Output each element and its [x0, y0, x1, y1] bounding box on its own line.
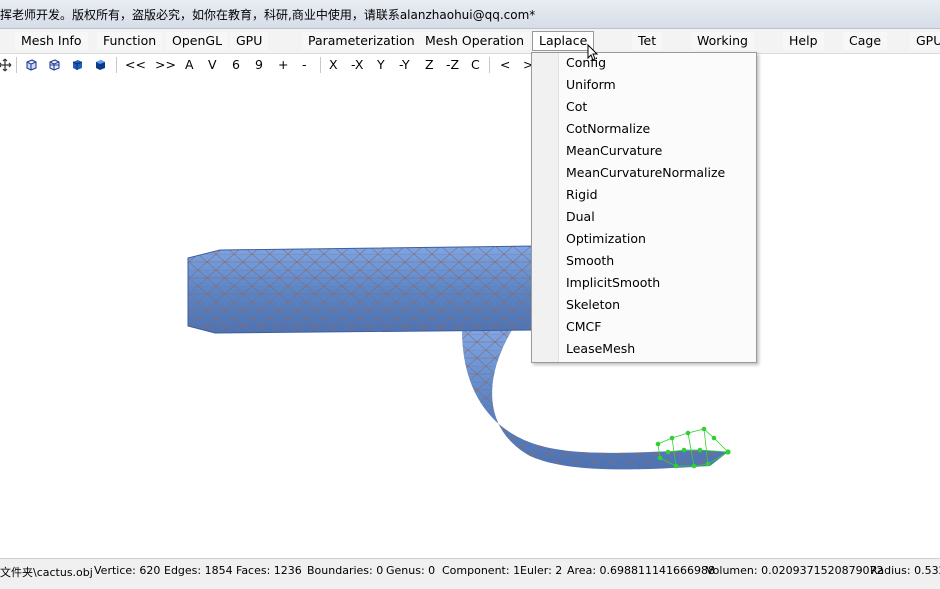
status-faces: Faces: 1236 — [236, 564, 302, 577]
cube-shaded-icon[interactable] — [93, 58, 107, 72]
view-c-button[interactable]: C — [471, 57, 480, 73]
toolbar: << >> A V 6 9 + - X -X Y -Y Z -Z C < > — [0, 54, 940, 76]
menu-cage[interactable]: Cage — [843, 32, 888, 50]
status-radius: Radius: 0.5321 — [870, 564, 940, 577]
view-neg-x-button[interactable]: -X — [351, 57, 363, 73]
menu-item-skeleton[interactable]: Skeleton — [566, 295, 620, 315]
mesh-viewport[interactable] — [0, 78, 940, 556]
menu-item-smooth[interactable]: Smooth — [566, 251, 614, 271]
mouse-cursor-icon — [587, 44, 599, 61]
menu-item-dual[interactable]: Dual — [566, 207, 595, 227]
move-icon[interactable] — [0, 58, 12, 72]
status-bar: 文件夹\cactus.obj Vertice: 620 Edges: 1854 … — [0, 558, 940, 589]
menu-item-cot[interactable]: Cot — [566, 97, 587, 117]
status-component: Component: 1 — [442, 564, 521, 577]
rotate-left-button[interactable]: << — [125, 57, 146, 73]
status-area: Area: 0.698811141666988 — [567, 564, 715, 577]
toolbar-separator — [489, 57, 490, 73]
zoom-out-button[interactable]: - — [302, 57, 307, 73]
status-boundaries: Boundaries: 0 — [307, 564, 384, 577]
view-neg-y-button[interactable]: -Y — [399, 57, 410, 73]
status-genus: Genus: 0 — [386, 564, 436, 577]
window-titlebar: 挥老师开发。版权所有，盗版必究，如你在教育，科研,商业中使用，请联系alanzh… — [0, 0, 940, 29]
menu-laplace[interactable]: Laplace — [532, 31, 595, 51]
menu-mesh-operation[interactable]: Mesh Operation — [419, 32, 531, 50]
menu-help[interactable]: Help — [783, 32, 824, 50]
status-euler: Euler: 2 — [520, 564, 563, 577]
status-edges: Edges: 1854 — [164, 564, 233, 577]
view-z-button[interactable]: Z — [425, 57, 434, 73]
cube-wire-2-icon[interactable] — [47, 58, 61, 72]
cube-wire-icon[interactable] — [24, 58, 38, 72]
menu-opengl[interactable]: OpenGL — [166, 32, 229, 50]
button-v[interactable]: V — [208, 57, 217, 73]
laplace-dropdown-menu: Config Uniform Cot CotNormalize MeanCurv… — [531, 52, 757, 363]
view-y-button[interactable]: Y — [377, 57, 385, 73]
menu-working[interactable]: Working — [691, 32, 754, 50]
menu-item-cot-normalize[interactable]: CotNormalize — [566, 119, 650, 139]
menu-gpu[interactable]: GPU — [230, 32, 269, 50]
menu-item-cmcf[interactable]: CMCF — [566, 317, 601, 337]
menu-item-mean-curvature[interactable]: MeanCurvature — [566, 141, 662, 161]
menu-bar: Mesh Info Function OpenGL GPU Parameteri… — [0, 29, 940, 54]
toolbar-separator — [16, 57, 17, 73]
button-9[interactable]: 9 — [255, 57, 263, 73]
prev-button[interactable]: < — [500, 57, 510, 73]
rotate-right-button[interactable]: >> — [155, 57, 176, 73]
toolbar-separator — [116, 57, 117, 73]
menu-gutter — [532, 53, 559, 362]
cube-solid-icon[interactable] — [70, 58, 84, 72]
menu-item-uniform[interactable]: Uniform — [566, 75, 616, 95]
status-vertices: Vertice: 620 — [94, 564, 161, 577]
toolbar-separator — [320, 57, 321, 73]
menu-item-mean-curvature-normalize[interactable]: MeanCurvatureNormalize — [566, 163, 725, 183]
zoom-in-button[interactable]: + — [278, 57, 288, 73]
menu-item-rigid[interactable]: Rigid — [566, 185, 598, 205]
menu-mesh-info[interactable]: Mesh Info — [15, 32, 88, 50]
window-title: 挥老师开发。版权所有，盗版必究，如你在教育，科研,商业中使用，请联系alanzh… — [0, 8, 536, 22]
view-x-button[interactable]: X — [329, 57, 338, 73]
menu-gpu-2[interactable]: GPU — [910, 32, 940, 50]
menu-function[interactable]: Function — [97, 32, 163, 50]
menu-item-implicit-smooth[interactable]: ImplicitSmooth — [566, 273, 660, 293]
menu-tet[interactable]: Tet — [632, 32, 663, 50]
button-6[interactable]: 6 — [232, 57, 240, 73]
status-file: 文件夹\cactus.obj — [0, 566, 93, 579]
menu-parameterization[interactable]: Parameterization — [302, 32, 421, 50]
menu-item-optimization[interactable]: Optimization — [566, 229, 646, 249]
status-volume: Volumen: 0.0209371520879072 — [706, 564, 884, 577]
menu-item-lease-mesh[interactable]: LeaseMesh — [566, 339, 635, 359]
view-neg-z-button[interactable]: -Z — [446, 57, 459, 73]
button-a[interactable]: A — [185, 57, 194, 73]
